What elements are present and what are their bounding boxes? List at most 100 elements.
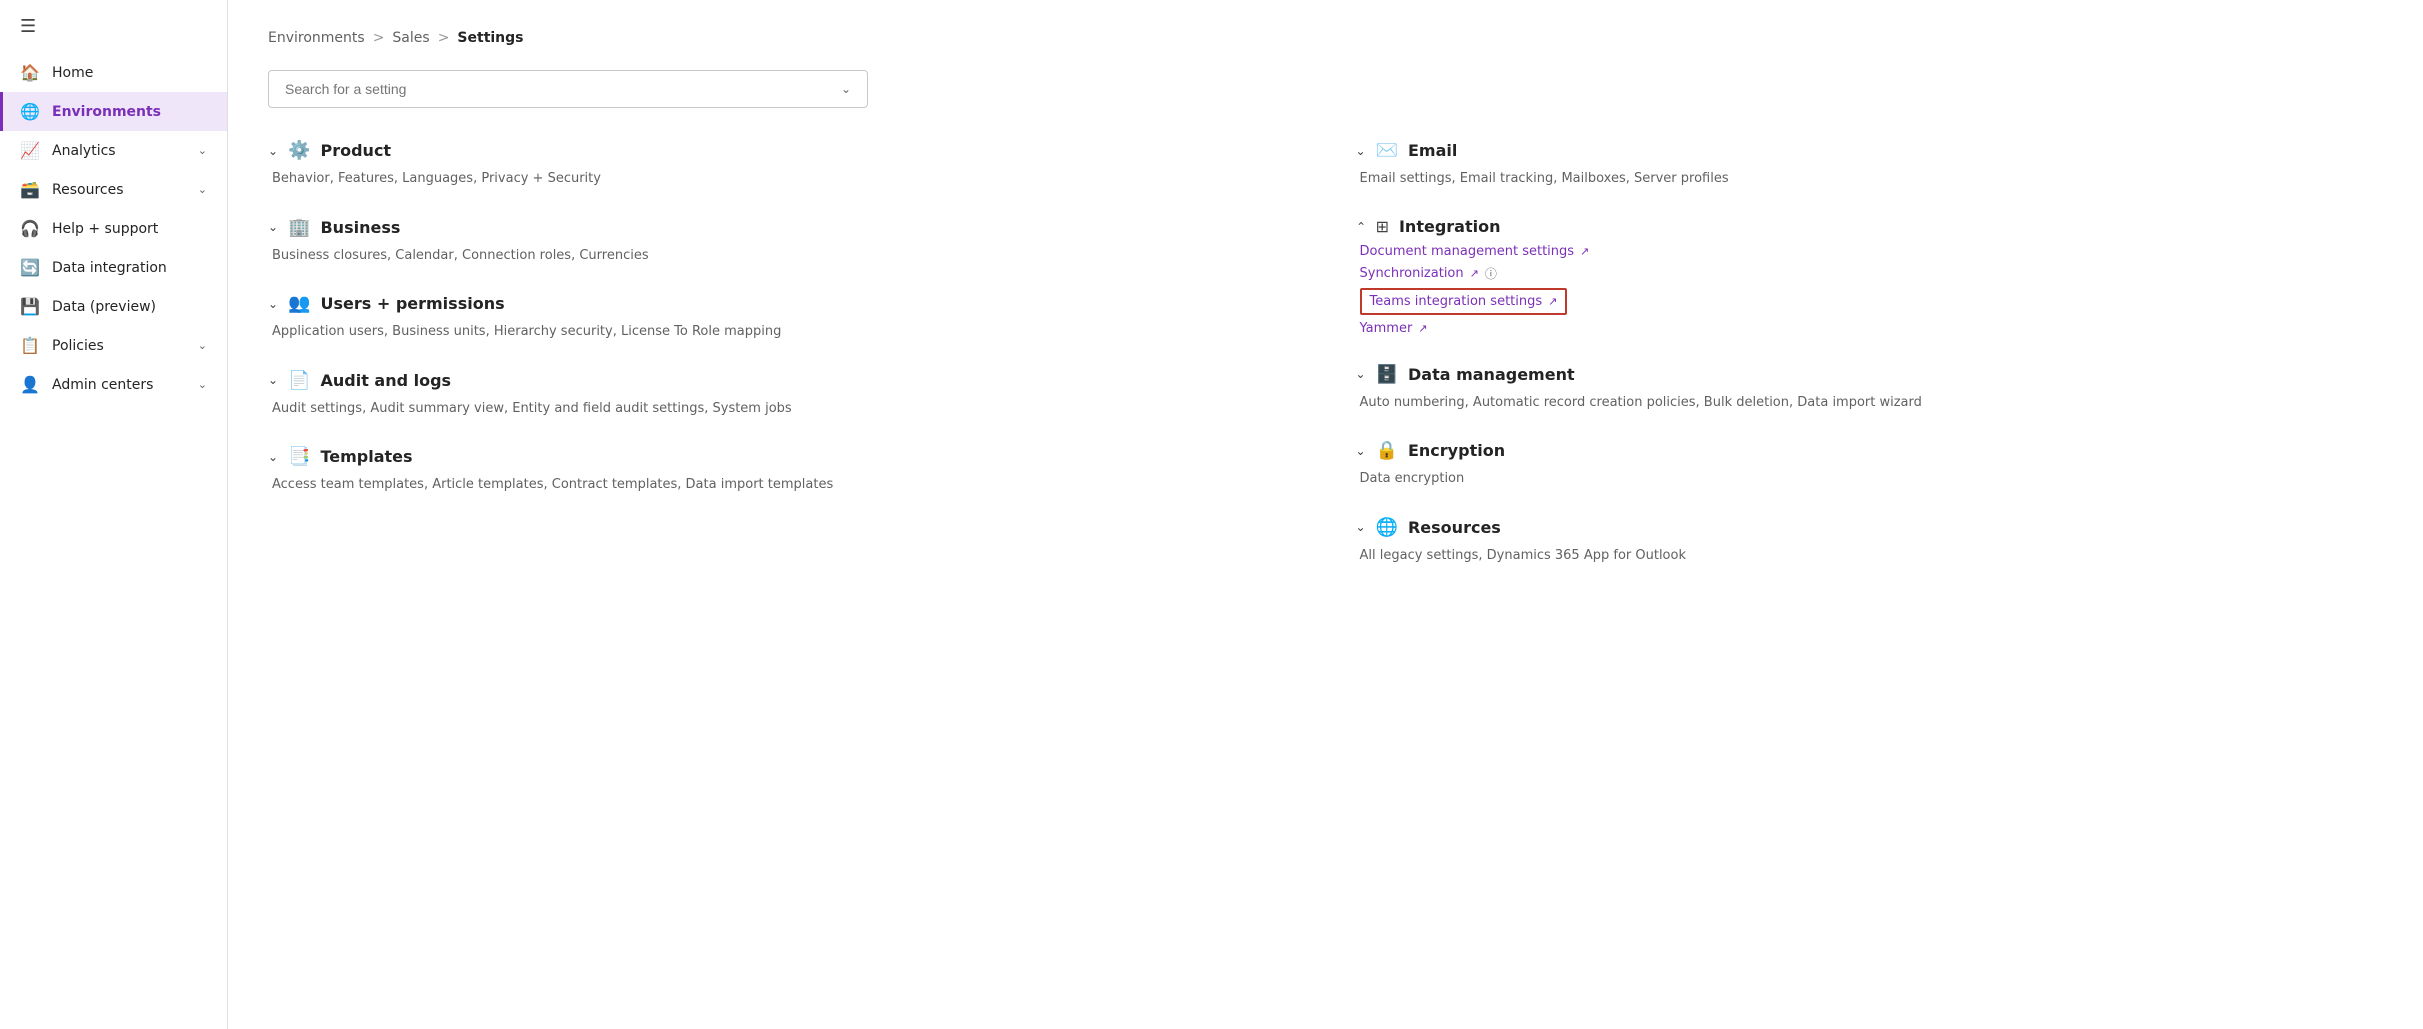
sidebar-label: Home	[52, 65, 207, 81]
chevron-down-icon: ⌄	[198, 339, 207, 352]
section-header-users: ⌄ 👥 Users + permissions	[268, 293, 1296, 314]
section-header-business: ⌄ 🏢 Business	[268, 217, 1296, 238]
synchronization-link[interactable]: Synchronization ↗ ⓘ	[1360, 265, 2384, 282]
collapse-icon[interactable]: ⌄	[268, 220, 278, 234]
policies-icon: 📋	[20, 336, 40, 355]
audit-icon: 📄	[288, 370, 310, 391]
sidebar-item-data-preview[interactable]: 💾 Data (preview)	[0, 287, 227, 326]
section-header-encryption: ⌄ 🔒 Encryption	[1356, 440, 2384, 461]
section-links-encryption: Data encryption	[1356, 469, 2384, 489]
collapse-icon[interactable]: ⌄	[1356, 144, 1366, 158]
yammer-link[interactable]: Yammer ↗	[1360, 321, 2384, 336]
breadcrumb: Environments > Sales > Settings	[268, 30, 2383, 46]
section-title-users[interactable]: Users + permissions	[320, 294, 504, 313]
section-resources-right: ⌄ 🌐 Resources All legacy settings, Dynam…	[1356, 517, 2384, 566]
collapse-icon[interactable]: ⌄	[268, 144, 278, 158]
breadcrumb-environments[interactable]: Environments	[268, 30, 365, 46]
section-header-audit: ⌄ 📄 Audit and logs	[268, 370, 1296, 391]
section-title-integration[interactable]: Integration	[1399, 217, 1501, 236]
sidebar: ☰ 🏠 Home 🌐 Environments 📈 Analytics ⌄ 🗃️…	[0, 0, 228, 1029]
hamburger-menu[interactable]: ☰	[0, 0, 227, 53]
section-product: ⌄ ⚙️ Product Behavior, Features, Languag…	[268, 140, 1296, 189]
section-links-business: Business closures, Calendar, Connection …	[268, 246, 1296, 266]
section-header-data-mgmt: ⌄ 🗄️ Data management	[1356, 364, 2384, 385]
section-links-email: Email settings, Email tracking, Mailboxe…	[1356, 169, 2384, 189]
breadcrumb-settings: Settings	[457, 30, 523, 46]
chevron-down-icon: ⌄	[841, 82, 851, 96]
collapse-icon[interactable]: ⌄	[268, 373, 278, 387]
sidebar-label: Admin centers	[52, 377, 186, 393]
business-icon: 🏢	[288, 217, 310, 238]
sidebar-label: Analytics	[52, 143, 186, 159]
resources-right-icon: 🌐	[1376, 517, 1398, 538]
home-icon: 🏠	[20, 63, 40, 82]
sidebar-item-data-integration[interactable]: 🔄 Data integration	[0, 248, 227, 287]
search-bar[interactable]: ⌄	[268, 70, 868, 108]
sidebar-item-resources[interactable]: 🗃️ Resources ⌄	[0, 170, 227, 209]
section-audit-logs: ⌄ 📄 Audit and logs Audit settings, Audit…	[268, 370, 1296, 419]
collapse-icon[interactable]: ⌄	[1356, 520, 1366, 534]
section-users-permissions: ⌄ 👥 Users + permissions Application user…	[268, 293, 1296, 342]
analytics-icon: 📈	[20, 141, 40, 160]
collapse-icon[interactable]: ⌄	[1356, 219, 1366, 233]
integration-icon: ⊞	[1376, 217, 1389, 236]
section-links-audit: Audit settings, Audit summary view, Enti…	[268, 399, 1296, 419]
users-icon: 👥	[288, 293, 310, 314]
sidebar-label: Policies	[52, 338, 186, 354]
sidebar-item-help-support[interactable]: 🎧 Help + support	[0, 209, 227, 248]
encryption-icon: 🔒	[1376, 440, 1398, 461]
section-header-product: ⌄ ⚙️ Product	[268, 140, 1296, 161]
breadcrumb-sep1: >	[373, 30, 385, 46]
external-link-icon: ↗	[1470, 267, 1479, 280]
section-title-email[interactable]: Email	[1408, 141, 1457, 160]
section-links-templates: Access team templates, Article templates…	[268, 475, 1296, 495]
breadcrumb-sep2: >	[438, 30, 450, 46]
collapse-icon[interactable]: ⌄	[1356, 444, 1366, 458]
data-preview-icon: 💾	[20, 297, 40, 316]
external-link-icon: ↗	[1418, 322, 1427, 335]
collapse-icon[interactable]: ⌄	[1356, 367, 1366, 381]
section-header-email: ⌄ ✉️ Email	[1356, 140, 2384, 161]
sidebar-item-analytics[interactable]: 📈 Analytics ⌄	[0, 131, 227, 170]
sidebar-label: Environments	[52, 104, 207, 120]
collapse-icon[interactable]: ⌄	[268, 297, 278, 311]
sidebar-item-admin-centers[interactable]: 👤 Admin centers ⌄	[0, 365, 227, 404]
sidebar-item-environments[interactable]: 🌐 Environments	[0, 92, 227, 131]
section-title-encryption[interactable]: Encryption	[1408, 441, 1505, 460]
section-business: ⌄ 🏢 Business Business closures, Calendar…	[268, 217, 1296, 266]
section-title-data-mgmt[interactable]: Data management	[1408, 365, 1575, 384]
synchronization-label: Synchronization	[1360, 266, 1464, 281]
section-title-resources-right[interactable]: Resources	[1408, 518, 1501, 537]
help-icon: 🎧	[20, 219, 40, 238]
section-title-templates[interactable]: Templates	[320, 447, 412, 466]
external-link-icon: ↗	[1548, 295, 1557, 308]
teams-integration-link[interactable]: Teams integration settings ↗	[1370, 294, 1558, 309]
data-mgmt-icon: 🗄️	[1376, 364, 1398, 385]
section-header-templates: ⌄ 📑 Templates	[268, 446, 1296, 467]
doc-mgmt-label: Document management settings	[1360, 244, 1575, 259]
sidebar-label: Data integration	[52, 260, 207, 276]
settings-grid: ⌄ ⚙️ Product Behavior, Features, Languag…	[268, 140, 2383, 593]
resources-icon: 🗃️	[20, 180, 40, 199]
yammer-label: Yammer	[1360, 321, 1413, 336]
sidebar-item-home[interactable]: 🏠 Home	[0, 53, 227, 92]
section-links-product: Behavior, Features, Languages, Privacy +…	[268, 169, 1296, 189]
section-header-integration: ⌄ ⊞ Integration	[1356, 217, 2384, 236]
product-icon: ⚙️	[288, 140, 310, 161]
search-input[interactable]	[285, 81, 841, 97]
section-title-business[interactable]: Business	[320, 218, 400, 237]
section-encryption: ⌄ 🔒 Encryption Data encryption	[1356, 440, 2384, 489]
collapse-icon[interactable]: ⌄	[268, 450, 278, 464]
section-title-audit[interactable]: Audit and logs	[320, 371, 451, 390]
integration-links: Document management settings ↗ Synchroni…	[1356, 244, 2384, 336]
section-links-resources-right: All legacy settings, Dynamics 365 App fo…	[1356, 546, 2384, 566]
sidebar-nav: 🏠 Home 🌐 Environments 📈 Analytics ⌄ 🗃️ R…	[0, 53, 227, 404]
sidebar-label: Resources	[52, 182, 186, 198]
admin-centers-icon: 👤	[20, 375, 40, 394]
breadcrumb-sales[interactable]: Sales	[392, 30, 429, 46]
sidebar-item-policies[interactable]: 📋 Policies ⌄	[0, 326, 227, 365]
section-title-product[interactable]: Product	[320, 141, 391, 160]
main-content: Environments > Sales > Settings ⌄ ⌄ ⚙️ P…	[228, 0, 2423, 1029]
section-links-data-mgmt: Auto numbering, Automatic record creatio…	[1356, 393, 2384, 413]
doc-mgmt-link[interactable]: Document management settings ↗	[1360, 244, 2384, 259]
